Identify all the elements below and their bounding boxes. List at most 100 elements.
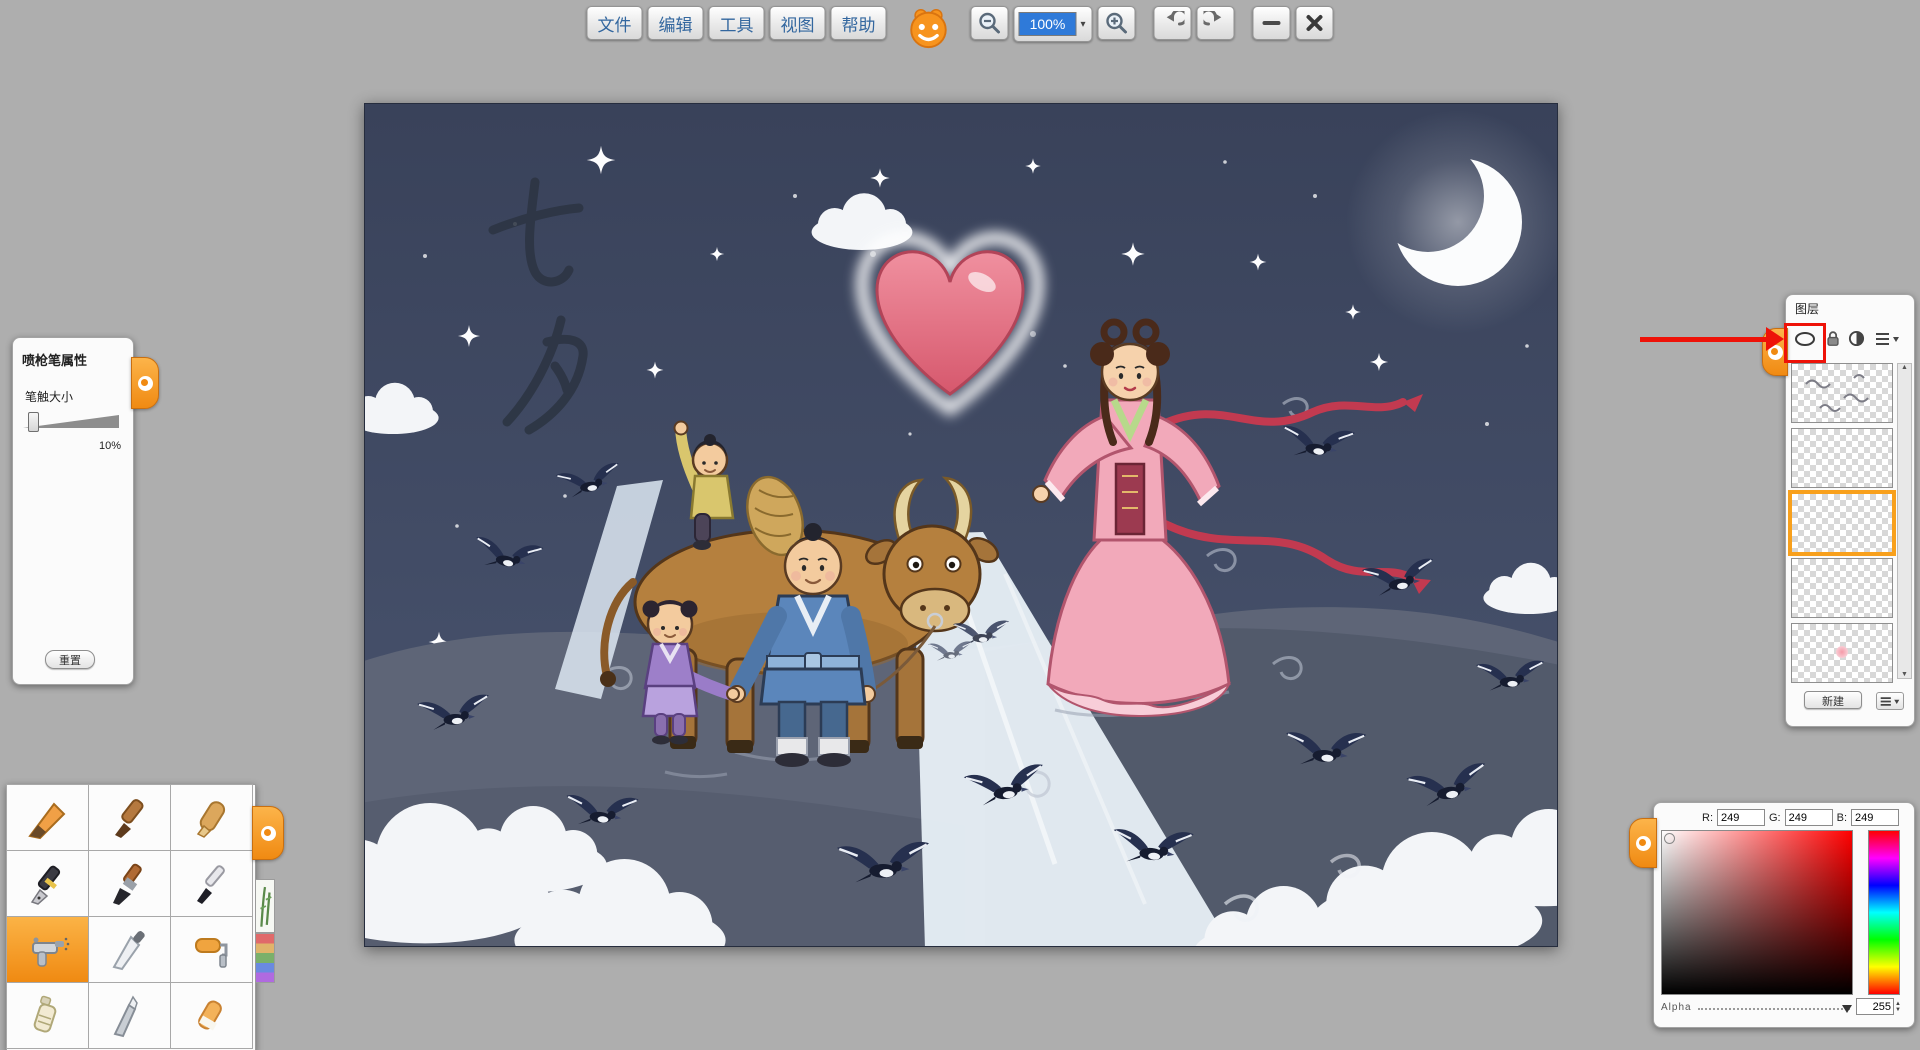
brush-tool-roller[interactable] xyxy=(170,916,253,983)
new-layer-button[interactable]: 新建 xyxy=(1804,691,1862,709)
layers-list xyxy=(1791,363,1893,688)
zoom-out-button[interactable] xyxy=(970,6,1008,40)
app-logo-icon xyxy=(904,4,952,50)
r-input[interactable] xyxy=(1717,809,1765,826)
fountain-pen-icon xyxy=(25,861,71,907)
app-window: 文件 编辑 工具 视图 帮助 ▾ xyxy=(0,0,1920,1050)
brush-tool-flat-brush[interactable] xyxy=(88,850,171,917)
layers-menu-icon[interactable] xyxy=(1874,331,1900,352)
brush-tool-spear-blade[interactable] xyxy=(88,982,171,1049)
brush-size-slider-handle[interactable] xyxy=(28,412,39,432)
brush-size-label: 笔触大小 xyxy=(25,388,73,405)
roller-icon xyxy=(189,927,235,973)
layer-thumbnail-4[interactable] xyxy=(1791,558,1893,618)
brush-tool-cone-pen[interactable] xyxy=(6,784,89,851)
layer-thumbnail-3-selected[interactable] xyxy=(1791,493,1893,553)
brush-tool-airbrush-selected[interactable] xyxy=(6,916,89,983)
brush-tool-crayon[interactable] xyxy=(170,982,253,1049)
g-label: G: xyxy=(1769,812,1781,824)
menu-view[interactable]: 视图 xyxy=(769,6,825,40)
airbrush-icon xyxy=(25,927,71,973)
color-marker xyxy=(1664,833,1675,844)
zoom-input[interactable] xyxy=(1018,12,1076,36)
reset-button[interactable]: 重置 xyxy=(45,650,95,669)
brush-properties-tab[interactable] xyxy=(131,357,159,409)
brush-tool-marker[interactable] xyxy=(170,784,253,851)
spinner-down-icon[interactable]: ▼ xyxy=(1895,1007,1901,1013)
layer-thumbnail-1[interactable] xyxy=(1791,363,1893,423)
menu-file[interactable]: 文件 xyxy=(586,6,642,40)
brush-size-slider[interactable] xyxy=(23,410,119,432)
brush-properties-panel: 喷枪笔属性 笔触大小 10% 重置 xyxy=(12,337,134,685)
crayon-icon xyxy=(189,993,235,1039)
lock-icon[interactable] xyxy=(1824,330,1842,352)
paint-tube-icon xyxy=(25,993,71,1039)
brush-grid xyxy=(7,785,255,1049)
brush-tool-fountain-pen[interactable] xyxy=(6,850,89,917)
color-picker-tab[interactable] xyxy=(1629,818,1657,868)
reed-pen-icon xyxy=(107,795,153,841)
alpha-value-box: ▲ ▼ xyxy=(1856,998,1901,1015)
marker-icon xyxy=(189,795,235,841)
close-button[interactable] xyxy=(1296,6,1334,40)
alpha-input[interactable] xyxy=(1856,998,1894,1015)
zoom-out-icon xyxy=(977,11,1001,35)
layer-thumbnail-2[interactable] xyxy=(1791,428,1893,488)
brush-tool-paint-tube[interactable] xyxy=(6,982,89,1049)
b-label: B: xyxy=(1837,812,1847,824)
alpha-spinner[interactable]: ▲ ▼ xyxy=(1895,1001,1901,1013)
flat-brush-icon xyxy=(107,861,153,907)
menu-edit[interactable]: 编辑 xyxy=(647,6,703,40)
minimize-button[interactable] xyxy=(1253,6,1291,40)
undo-button[interactable] xyxy=(1154,6,1192,40)
sumo-face-icon xyxy=(138,376,153,391)
layers-scrollbar[interactable]: ▲ ▼ xyxy=(1897,363,1912,679)
layer-thumbnail-5[interactable] xyxy=(1791,623,1893,683)
qixi-artwork xyxy=(365,104,1557,946)
texture-preset-colors[interactable] xyxy=(255,933,275,983)
color-picker-panel: R: G: B: Alpha ▲ ▼ xyxy=(1653,802,1915,1028)
brush-tool-reed-pen[interactable] xyxy=(88,784,171,851)
ink-pen-icon xyxy=(189,861,235,907)
top-toolbar: 文件 编辑 工具 视图 帮助 ▾ xyxy=(586,6,1333,50)
layer-options-icon[interactable] xyxy=(1876,692,1904,710)
rgb-inputs-row: R: G: B: xyxy=(1702,809,1899,826)
palette-knife-icon xyxy=(107,927,153,973)
minimize-icon xyxy=(1260,11,1284,35)
scroll-down-icon[interactable]: ▼ xyxy=(1901,671,1908,678)
g-input[interactable] xyxy=(1785,809,1833,826)
paint-dot xyxy=(1836,646,1848,658)
menu-help[interactable]: 帮助 xyxy=(830,6,886,40)
b-input[interactable] xyxy=(1851,809,1899,826)
hue-slider[interactable] xyxy=(1868,830,1900,995)
paint-canvas[interactable]: 七夕 xyxy=(364,103,1558,947)
alpha-slider[interactable] xyxy=(1698,1008,1850,1010)
scroll-up-icon[interactable]: ▲ xyxy=(1901,364,1908,371)
zoom-control: ▾ xyxy=(1013,6,1092,42)
r-label: R: xyxy=(1702,812,1713,824)
redo-button[interactable] xyxy=(1197,6,1235,40)
brush-tool-ink-pen[interactable] xyxy=(170,850,253,917)
brush-palette-tab[interactable] xyxy=(252,806,284,860)
texture-preset-bamboo[interactable] xyxy=(255,879,275,933)
saturation-value-field[interactable] xyxy=(1661,830,1853,995)
redo-icon xyxy=(1204,11,1228,35)
brush-palette-panel xyxy=(6,784,256,1050)
app-logo[interactable] xyxy=(904,4,952,50)
brush-tool-palette-knife[interactable] xyxy=(88,916,171,983)
brush-size-value: 10% xyxy=(13,440,121,452)
layers-title: 图层 xyxy=(1795,300,1819,317)
brush-properties-title: 喷枪笔属性 xyxy=(22,350,87,369)
brush-preset-strip xyxy=(255,879,275,983)
annotation-arrow-head xyxy=(1766,327,1784,351)
alpha-label: Alpha xyxy=(1661,1002,1692,1013)
annotation-highlight-box xyxy=(1784,323,1826,363)
annotation-arrow-line xyxy=(1640,337,1772,342)
zoom-in-button[interactable] xyxy=(1098,6,1136,40)
contrast-icon[interactable] xyxy=(1848,330,1865,352)
zoom-dropdown-icon[interactable]: ▾ xyxy=(1078,19,1087,30)
menu-tools[interactable]: 工具 xyxy=(708,6,764,40)
alpha-slider-handle[interactable] xyxy=(1842,1005,1852,1013)
undo-icon xyxy=(1161,11,1185,35)
close-icon xyxy=(1303,11,1327,35)
